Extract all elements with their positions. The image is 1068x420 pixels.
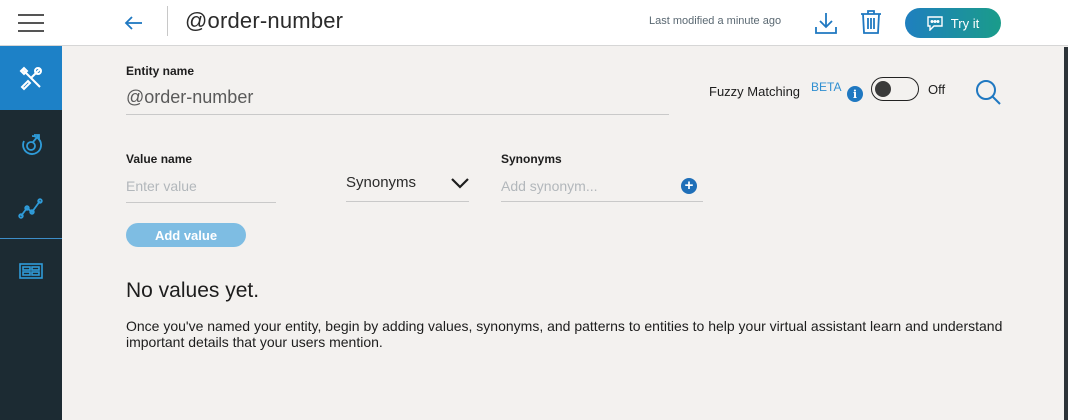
download-icon (815, 13, 837, 34)
sidebar-item-dashboard[interactable] (0, 239, 62, 303)
beta-badge: BETA (811, 80, 842, 94)
value-name-placeholder: Enter value (126, 178, 197, 194)
value-name-input[interactable]: Enter value (126, 172, 276, 203)
tools-icon (19, 66, 42, 91)
chevron-down-icon (451, 178, 469, 189)
delete-button[interactable] (858, 8, 884, 36)
try-it-button[interactable]: Try it (905, 8, 1001, 38)
info-icon[interactable]: i (847, 86, 863, 102)
sidebar-item-build[interactable] (0, 46, 62, 110)
dashboard-icon (19, 263, 43, 279)
add-synonym-icon[interactable]: + (681, 178, 697, 194)
header-divider (167, 6, 168, 36)
hamburger-icon (18, 13, 44, 32)
try-it-label: Try it (950, 15, 980, 31)
sidebar-item-intents[interactable] (0, 112, 62, 176)
add-value-button[interactable]: Add value (126, 223, 246, 247)
value-name-label: Value name (126, 152, 193, 166)
arrow-left-icon (124, 16, 142, 30)
empty-state-title: No values yet. (126, 279, 260, 302)
toggle-state-text: Off (928, 82, 946, 97)
last-modified-text: Last modified a minute ago (649, 15, 782, 27)
synonym-input[interactable]: Add synonym... (501, 172, 703, 202)
page-header: @order-number Last modified a minute ago… (62, 0, 1068, 46)
value-type-selected: Synonyms (346, 174, 417, 191)
chat-icon (927, 15, 943, 31)
toggle-knob (875, 81, 891, 97)
search-icon (976, 80, 1001, 105)
entity-name-input[interactable]: @order-number (126, 85, 669, 115)
back-button[interactable] (122, 11, 146, 35)
search-button[interactable] (974, 78, 1002, 106)
synonym-placeholder: Add synonym... (501, 178, 598, 194)
menu-button[interactable] (0, 0, 62, 46)
analytics-icon (18, 198, 43, 219)
empty-state-description: Once you've named your entity, begin by … (126, 318, 1003, 350)
trash-icon (861, 10, 881, 34)
value-type-select[interactable]: Synonyms (346, 168, 469, 202)
synonyms-label: Synonyms (501, 152, 562, 166)
sidebar (0, 0, 62, 420)
window-edge (1064, 47, 1068, 420)
fuzzy-matching-toggle[interactable] (871, 77, 919, 101)
intents-icon (22, 134, 42, 155)
page-title: @order-number (185, 8, 344, 33)
download-button[interactable] (812, 9, 840, 37)
sidebar-item-analytics[interactable] (0, 176, 62, 240)
entity-name-label: Entity name (126, 64, 195, 78)
fuzzy-matching-label: Fuzzy Matching (709, 84, 801, 99)
